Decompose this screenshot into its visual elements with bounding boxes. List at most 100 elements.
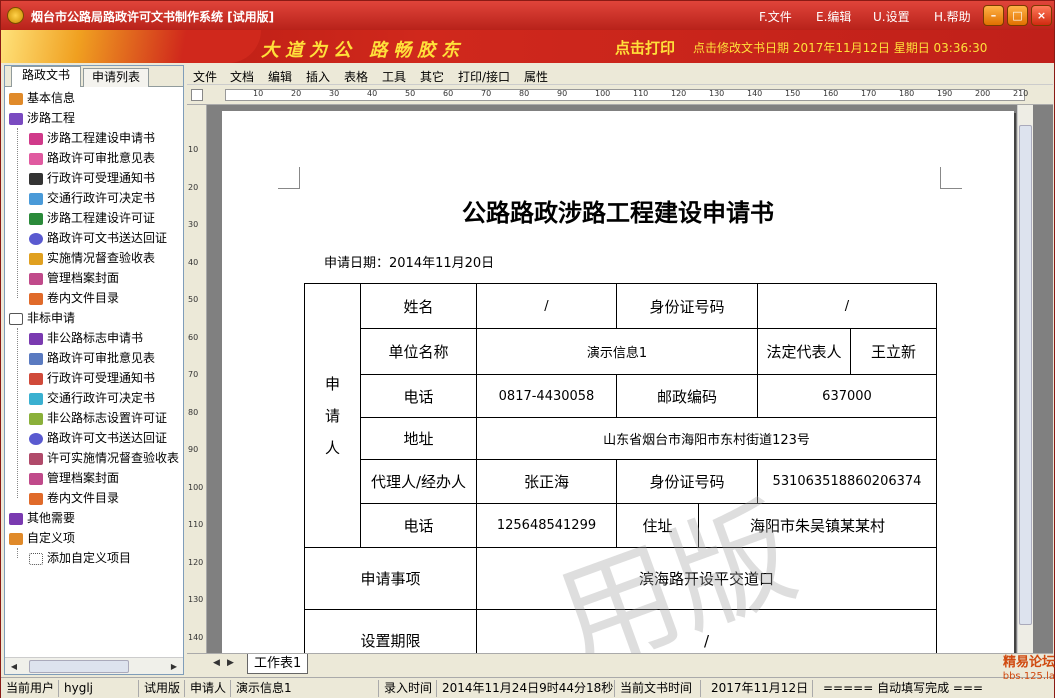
phone-label: 电话: [360, 374, 477, 418]
editor-menu-properties[interactable]: 属性: [524, 68, 548, 85]
editor-menu-tools[interactable]: 工具: [382, 68, 406, 85]
tree-item-acceptance-notice[interactable]: 行政许可受理通知书: [29, 168, 155, 188]
tree-item-road-works-application[interactable]: 涉路工程建设申请书: [29, 128, 155, 148]
address-label: 地址: [360, 417, 477, 460]
maximize-icon[interactable]: □: [1007, 5, 1028, 26]
document-icon: [29, 332, 43, 345]
editor-menu-edit[interactable]: 编辑: [268, 68, 292, 85]
menu-file[interactable]: F.文件: [759, 8, 792, 25]
close-icon[interactable]: ×: [1031, 5, 1052, 26]
tree-item-approval-opinion-2[interactable]: 路政许可审批意见表: [29, 348, 155, 368]
tree-item-file-catalog-2[interactable]: 卷内文件目录: [29, 488, 119, 508]
id-value[interactable]: /: [757, 283, 937, 329]
tree-item-permit[interactable]: 涉路工程建设许可证: [29, 208, 155, 228]
menu-settings[interactable]: U.设置: [873, 8, 910, 25]
forum-watermark: 精易论坛 bbs.125.la: [977, 656, 1055, 684]
unit-value[interactable]: 演示信息1: [476, 328, 758, 375]
tree-item-label: 交通行政许可决定书: [47, 191, 156, 205]
name-value[interactable]: /: [476, 283, 617, 329]
tab-applications[interactable]: 申请列表: [83, 68, 149, 87]
editor-menu-table[interactable]: 表格: [344, 68, 368, 85]
tree-item-basic-info[interactable]: 基本信息: [9, 88, 75, 108]
tree-item-decision[interactable]: 交通行政许可决定书: [29, 188, 155, 208]
tree-item-archive-cover[interactable]: 管理档案封面: [29, 268, 119, 288]
agent-id-value[interactable]: 531063518860206374: [757, 459, 937, 504]
agent-phone-value[interactable]: 125648541299: [476, 503, 617, 548]
tree-item-inspection[interactable]: 实施情况督查验收表: [29, 248, 155, 268]
tree-item-acceptance-notice-2[interactable]: 行政许可受理通知书: [29, 368, 155, 388]
sheet-tab[interactable]: 工作表1: [247, 654, 309, 674]
status-autofill: ===== 自动填写完成 =====: [823, 681, 983, 695]
period-value[interactable]: /: [476, 609, 937, 653]
editor-menu-other[interactable]: 其它: [420, 68, 444, 85]
scroll-thumb[interactable]: [29, 660, 129, 673]
tree-item-inspection-2[interactable]: 许可实施情况督查验收表: [29, 448, 179, 468]
scroll-thumb[interactable]: [1019, 125, 1032, 625]
tree-item-decision-2[interactable]: 交通行政许可决定书: [29, 388, 155, 408]
ruler-tick: 30: [329, 89, 340, 98]
print-button[interactable]: 点击打印: [615, 37, 675, 58]
ruler-tick: 180: [899, 89, 915, 98]
archive-icon: [29, 272, 43, 285]
tree-item-label: 基本信息: [27, 91, 76, 105]
scroll-left-icon[interactable]: ◀: [7, 660, 21, 673]
matter-value[interactable]: 滨海路开设平交道口: [476, 547, 937, 610]
page-corner-mark: [278, 167, 300, 189]
tree-item-delivery-receipt-2[interactable]: 路政许可文书送达回证: [29, 428, 167, 448]
editor-menu-insert[interactable]: 插入: [306, 68, 330, 85]
editor-menu-print-interface[interactable]: 打印/接口: [458, 68, 510, 85]
residence-label: 住址: [616, 503, 699, 548]
ruler-tick: 10: [188, 145, 199, 154]
tree-group-non-standard[interactable]: 非标申请: [9, 308, 75, 328]
sheet-prev-icon[interactable]: ◀: [213, 658, 220, 668]
tree-item-sign-permit[interactable]: 非公路标志设置许可证: [29, 408, 167, 428]
tree-item-other-needs[interactable]: 其他需要: [9, 508, 75, 528]
document-icon: [29, 352, 43, 365]
ruler-tick: 40: [367, 89, 378, 98]
menu-edit[interactable]: E.编辑: [816, 8, 851, 25]
minimize-icon[interactable]: –: [983, 5, 1004, 26]
document-vertical-scrollbar[interactable]: [1017, 105, 1033, 653]
left-tabs: 路政文书 申请列表: [5, 66, 183, 87]
postcode-value[interactable]: 637000: [757, 374, 937, 418]
address-value[interactable]: 山东省烟台市海阳市东村街道123号: [476, 417, 937, 460]
agent-value[interactable]: 张正海: [476, 459, 617, 504]
app-window: 烟台市公路局路政许可文书制作系统 [试用版] F.文件 E.编辑 U.设置 H.…: [0, 0, 1055, 698]
tree-item-label: 路政许可审批意见表: [47, 351, 156, 365]
edit-doc-date-button[interactable]: 点击修改文书日期 2017年11月12日 星期日 03:36:30: [693, 39, 987, 56]
tree-item-sign-application[interactable]: 非公路标志申请书: [29, 328, 143, 348]
document-area: 公路路政涉路工程建设申请书 申请日期：2014年11月20日 申 请 人 姓名 …: [207, 105, 1037, 653]
editor-menu-file[interactable]: 文件: [193, 68, 217, 85]
tree-item-delivery-receipt[interactable]: 路政许可文书送达回证: [29, 228, 167, 248]
tree-item-approval-opinion[interactable]: 路政许可审批意见表: [29, 148, 155, 168]
page-icon: [9, 312, 23, 325]
ruler-tick: 130: [188, 595, 204, 604]
tab-documents[interactable]: 路政文书: [11, 66, 81, 87]
matter-label: 申请事项: [304, 547, 477, 610]
ruler-tick: 140: [747, 89, 763, 98]
scroll-right-icon[interactable]: ▶: [167, 660, 181, 673]
document-page[interactable]: 公路路政涉路工程建设申请书 申请日期：2014年11月20日 申 请 人 姓名 …: [222, 111, 1014, 653]
editor-menu-document[interactable]: 文档: [230, 68, 254, 85]
tree-item-add-custom[interactable]: 添加自定义项目: [29, 548, 131, 568]
residence-value[interactable]: 海阳市朱吴镇某某村: [698, 503, 937, 548]
ruler-tick: 130: [709, 89, 725, 98]
tree-item-label: 卷内文件目录: [47, 291, 120, 305]
legal-rep-value[interactable]: 王立新: [850, 328, 937, 375]
tree-group-road-works[interactable]: 涉路工程: [9, 108, 75, 128]
ruler-tick: 200: [975, 89, 991, 98]
postcode-label: 邮政编码: [616, 374, 758, 418]
certificate-icon: [29, 412, 43, 425]
tree-item-label: 涉路工程建设申请书: [47, 131, 156, 145]
tree-group-custom[interactable]: 自定义项: [9, 528, 75, 548]
phone-value[interactable]: 0817-4430058: [476, 374, 617, 418]
tree-item-file-catalog[interactable]: 卷内文件目录: [29, 288, 119, 308]
status-entry-label: 录入时间: [381, 680, 437, 697]
menu-help[interactable]: H.帮助: [934, 8, 971, 25]
tree-item-archive-cover-2[interactable]: 管理档案封面: [29, 468, 119, 488]
name-label: 姓名: [360, 283, 477, 329]
sheet-next-icon[interactable]: ▶: [227, 658, 234, 668]
left-horizontal-scrollbar[interactable]: ◀ ▶: [5, 657, 183, 674]
tree-item-label: 路政许可审批意见表: [47, 151, 156, 165]
status-edition: 试用版: [141, 680, 185, 697]
